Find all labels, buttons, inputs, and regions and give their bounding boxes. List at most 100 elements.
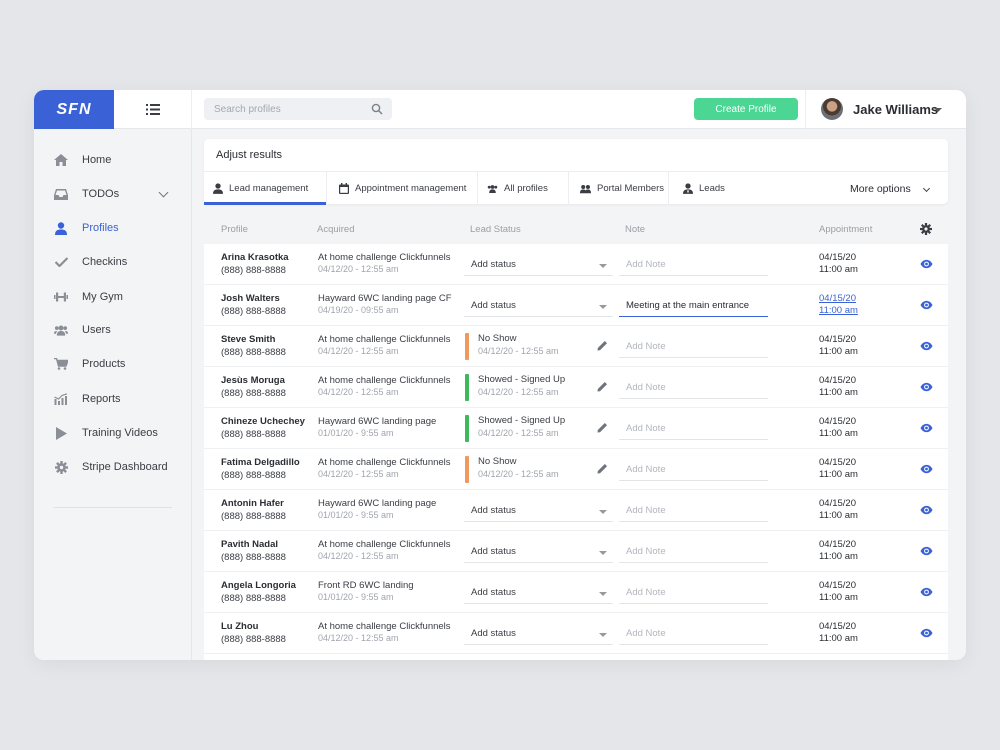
note-field[interactable] bbox=[619, 418, 768, 440]
table-row[interactable]: Antonin Hafer (888) 888-8888 Hayward 6WC… bbox=[204, 490, 948, 531]
tab-appointment-management[interactable]: Appointment management bbox=[328, 172, 478, 205]
acquired-date: 04/12/20 - 12:55 am bbox=[318, 264, 399, 274]
column-header-note[interactable]: Note bbox=[625, 224, 645, 235]
view-eye-icon[interactable] bbox=[920, 464, 933, 474]
view-eye-icon[interactable] bbox=[920, 382, 933, 392]
sidebar-item-profiles[interactable]: Profiles bbox=[34, 215, 192, 241]
profile-name[interactable]: Chineze Uchechey bbox=[221, 416, 305, 427]
settings-gear-icon[interactable] bbox=[920, 223, 932, 235]
menu-toggle-button[interactable] bbox=[114, 90, 192, 129]
profile-name[interactable]: Jesùs Moruga bbox=[221, 375, 285, 386]
sidebar-item-training-videos[interactable]: Training Videos bbox=[34, 420, 192, 446]
column-header-appointment[interactable]: Appointment bbox=[819, 224, 872, 235]
note-field[interactable] bbox=[619, 541, 768, 563]
brand-logo[interactable]: SFN bbox=[34, 90, 114, 129]
profile-name[interactable]: Antonin Hafer bbox=[221, 498, 284, 509]
table-row[interactable]: Angela Longoria (888) 888-8888 Front RD … bbox=[204, 572, 948, 613]
note-field[interactable] bbox=[619, 623, 768, 645]
create-profile-button[interactable]: Create Profile bbox=[694, 98, 798, 120]
appointment-time: 11:00 am bbox=[819, 428, 858, 439]
sidebar-item-checkins[interactable]: Checkins bbox=[34, 249, 192, 275]
note-field[interactable] bbox=[619, 500, 768, 522]
profile-name[interactable]: Lu Zhou bbox=[221, 621, 258, 632]
sidebar-item-products[interactable]: Products bbox=[34, 351, 192, 377]
acquired-date: 01/01/20 - 9:55 am bbox=[318, 428, 394, 438]
sidebar-item-home[interactable]: Home bbox=[34, 147, 192, 173]
view-eye-icon[interactable] bbox=[920, 259, 933, 269]
avatar[interactable] bbox=[821, 98, 843, 120]
column-header-acquired[interactable]: Acquired bbox=[317, 224, 355, 235]
lead-status-select[interactable]: Add status bbox=[464, 582, 613, 604]
search-input[interactable] bbox=[204, 98, 392, 120]
appointment-date[interactable]: 04/15/20 bbox=[819, 293, 856, 304]
view-eye-icon[interactable] bbox=[920, 587, 933, 597]
note-field[interactable] bbox=[619, 254, 768, 276]
sidebar-item-todos[interactable]: TODOs bbox=[34, 181, 192, 207]
view-eye-icon[interactable] bbox=[920, 505, 933, 515]
note-field[interactable] bbox=[619, 377, 768, 399]
lead-status-select[interactable]: Add status bbox=[464, 500, 613, 522]
appointment-time: 11:00 am bbox=[819, 469, 858, 480]
sidebar-item-users[interactable]: Users bbox=[34, 317, 192, 343]
lead-status-select[interactable]: Add status bbox=[464, 254, 613, 276]
view-eye-icon[interactable] bbox=[920, 300, 933, 310]
profile-phone: (888) 888-8888 bbox=[221, 511, 286, 522]
table-row[interactable]: Pavith Nadal (888) 888-8888 At home chal… bbox=[204, 531, 948, 572]
profile-name[interactable]: Angela Longoria bbox=[221, 580, 296, 591]
table-row[interactable]: Fatima Delgadillo (888) 888-8888 At home… bbox=[204, 449, 948, 490]
view-eye-icon[interactable] bbox=[920, 341, 933, 351]
table-row[interactable]: Josh Walters (888) 888-8888 Hayward 6WC … bbox=[204, 285, 948, 326]
appointment-date: 04/15/20 bbox=[819, 539, 856, 550]
profile-name[interactable]: Arina Krasotka bbox=[221, 252, 289, 263]
profile-name[interactable]: Fatima Delgadillo bbox=[221, 457, 300, 468]
view-eye-icon[interactable] bbox=[920, 546, 933, 556]
tab-leads[interactable]: Leads bbox=[670, 172, 750, 205]
table-row[interactable]: Jesùs Moruga (888) 888-8888 At home chal… bbox=[204, 367, 948, 408]
appointment-date: 04/15/20 bbox=[819, 252, 856, 263]
more-options-button[interactable]: More options bbox=[850, 183, 911, 195]
table-row[interactable]: Arina Krasotka (888) 888-8888 At home ch… bbox=[204, 244, 948, 285]
sidebar-item-stripe-dashboard[interactable]: Stripe Dashboard bbox=[34, 454, 192, 480]
column-header-lead-status[interactable]: Lead Status bbox=[470, 224, 521, 235]
pencil-edit-icon[interactable] bbox=[597, 381, 608, 392]
note-field[interactable] bbox=[619, 336, 768, 358]
view-eye-icon[interactable] bbox=[920, 628, 933, 638]
table-row[interactable]: Chineze Uchechey (888) 888-8888 Hayward … bbox=[204, 408, 948, 449]
sidebar-item-reports[interactable]: Reports bbox=[34, 386, 192, 412]
note-field[interactable] bbox=[619, 459, 768, 481]
profile-name[interactable]: Pavith Nadal bbox=[221, 539, 278, 550]
profile-name[interactable]: Steve Smith bbox=[221, 334, 275, 345]
pencil-edit-icon[interactable] bbox=[597, 340, 608, 351]
acquired-date: 04/12/20 - 12:55 am bbox=[318, 387, 399, 397]
lead-status-select[interactable]: Add status bbox=[464, 541, 613, 563]
tab-lead-management[interactable]: Lead management bbox=[204, 172, 327, 205]
note-field[interactable] bbox=[619, 582, 768, 604]
acquired-source: At home challenge Clickfunnels bbox=[318, 539, 451, 550]
caret-down-icon bbox=[599, 633, 607, 637]
calendar-icon bbox=[338, 183, 349, 194]
chevron-down-icon[interactable] bbox=[158, 187, 169, 198]
pencil-edit-icon[interactable] bbox=[597, 463, 608, 474]
chevron-down-icon[interactable] bbox=[922, 184, 931, 193]
search-icon[interactable] bbox=[371, 103, 383, 115]
tab-all-profiles[interactable]: All profiles bbox=[479, 172, 569, 205]
status-value: No Show bbox=[478, 333, 517, 344]
caret-down-icon[interactable] bbox=[934, 108, 942, 112]
profile-name[interactable]: Josh Walters bbox=[221, 293, 280, 304]
user-name[interactable]: Jake Williams bbox=[853, 102, 938, 117]
tab-label: Leads bbox=[699, 183, 725, 194]
table-row[interactable]: Steve Smith (888) 888-8888 At home chall… bbox=[204, 326, 948, 367]
note-field[interactable] bbox=[619, 295, 768, 317]
lead-status-select[interactable]: Add status bbox=[464, 623, 613, 645]
adjust-results-card: Adjust results Lead management Appointme… bbox=[204, 139, 948, 205]
appointment-time: 11:00 am bbox=[819, 346, 858, 357]
sidebar-item-my-gym[interactable]: My Gym bbox=[34, 284, 192, 310]
column-header-profile[interactable]: Profile bbox=[221, 224, 248, 235]
view-eye-icon[interactable] bbox=[920, 423, 933, 433]
logo-text: SFN bbox=[56, 100, 92, 118]
lead-status-select[interactable]: Add status bbox=[464, 295, 613, 317]
appointment-time[interactable]: 11:00 am bbox=[819, 305, 858, 316]
tab-portal-members[interactable]: Portal Members bbox=[570, 172, 669, 205]
table-row[interactable]: Lu Zhou (888) 888-8888 At home challenge… bbox=[204, 613, 948, 654]
pencil-edit-icon[interactable] bbox=[597, 422, 608, 433]
